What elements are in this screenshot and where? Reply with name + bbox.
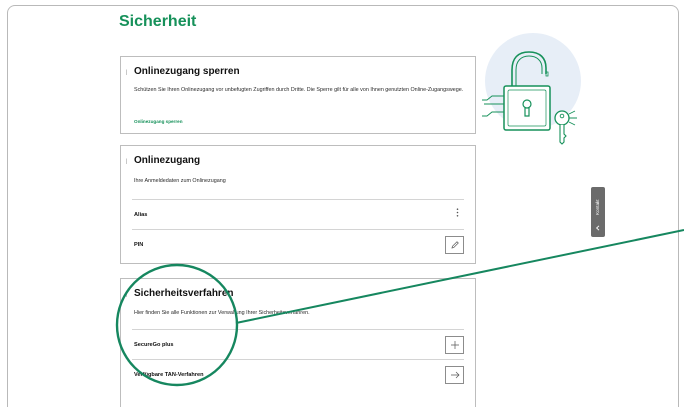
card-notch	[123, 291, 127, 297]
lock-access-link[interactable]: Onlinezugang sperren	[134, 119, 183, 124]
card-security-methods: Sicherheitsverfahren Hier finden Sie all…	[120, 278, 476, 407]
card-notch	[123, 69, 127, 75]
more-icon[interactable]	[456, 208, 459, 219]
page-title: Sicherheit	[119, 13, 197, 30]
card-title-access: Onlinezugang	[134, 155, 201, 166]
row-pin[interactable]: PIN	[132, 229, 464, 259]
padlock-key-icon	[482, 33, 581, 145]
plus-icon	[450, 341, 459, 349]
card-title-lock: Onlinezugang sperren	[134, 66, 240, 77]
pencil-icon	[451, 241, 459, 249]
card-title-methods: Sicherheitsverfahren	[134, 288, 234, 299]
card-notch	[123, 158, 127, 164]
contact-tab-label: Kontakt	[595, 199, 600, 215]
card-description-methods: Hier finden Sie alle Funktionen zur Verw…	[134, 310, 310, 316]
row-label-securego: SecureGo plus	[134, 342, 174, 348]
contact-side-tab[interactable]: Kontakt	[591, 187, 605, 237]
chevron-left-icon	[595, 225, 600, 231]
row-tan-methods[interactable]: Verfügbare TAN-Verfahren	[132, 359, 464, 389]
row-label-alias: Alias	[134, 212, 148, 218]
card-online-access: Onlinezugang Ihre Anmeldedaten zum Onlin…	[120, 145, 476, 264]
row-label-pin: PIN	[134, 242, 144, 248]
row-label-tan: Verfügbare TAN-Verfahren	[134, 372, 204, 378]
row-securego[interactable]: SecureGo plus	[132, 329, 464, 359]
open-tan-methods-button[interactable]	[445, 366, 464, 384]
row-alias[interactable]: Alias	[132, 199, 464, 229]
arrow-right-icon	[450, 371, 459, 379]
card-lock-access: Onlinezugang sperren Schützen Sie Ihren …	[120, 56, 476, 134]
card-description-lock: Schützen Sie Ihren Onlinezugang vor unbe…	[134, 87, 464, 93]
add-securego-button[interactable]	[445, 336, 464, 354]
edit-pin-button[interactable]	[445, 236, 464, 254]
card-description-access: Ihre Anmeldedaten zum Onlinezugang	[134, 178, 226, 184]
